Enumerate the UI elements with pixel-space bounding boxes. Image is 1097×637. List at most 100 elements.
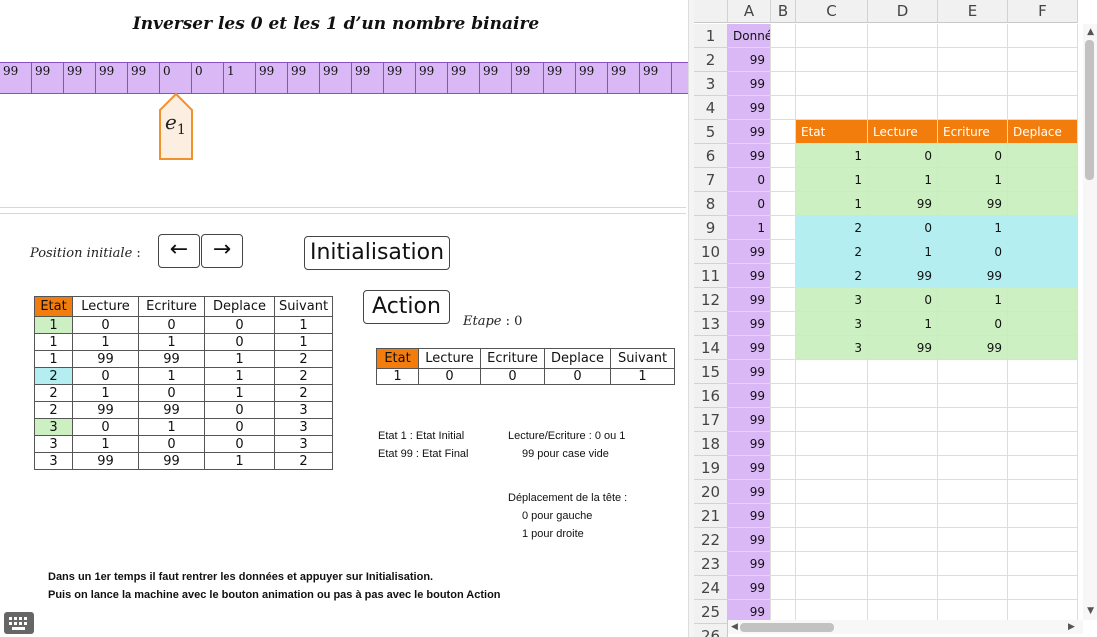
sheet-cell[interactable]: 0 xyxy=(868,144,938,168)
sheet-cell[interactable]: 0 xyxy=(728,192,771,216)
sheet-cell[interactable] xyxy=(771,408,796,432)
action-button[interactable]: Action xyxy=(363,290,450,324)
sheet-cell[interactable] xyxy=(1008,216,1078,240)
sheet-cell[interactable] xyxy=(771,480,796,504)
sheet-cell[interactable]: 99 xyxy=(938,336,1008,360)
sheet-cell[interactable] xyxy=(796,72,868,96)
tape-cell[interactable]: 99 xyxy=(256,62,288,94)
sheet-cell[interactable]: 99 xyxy=(728,480,771,504)
tape-cell[interactable]: 99 xyxy=(640,62,672,94)
initialisation-button[interactable]: Initialisation xyxy=(304,236,450,270)
sheet-cell[interactable] xyxy=(868,480,938,504)
tape-cell[interactable]: 1 xyxy=(224,62,256,94)
sheet-cell[interactable]: 1 xyxy=(796,144,868,168)
sheet-cell[interactable] xyxy=(938,552,1008,576)
sheet-cell[interactable] xyxy=(796,408,868,432)
sheet-cell[interactable]: Données xyxy=(728,24,771,48)
sheet-cell[interactable] xyxy=(868,72,938,96)
row-header[interactable]: 21 xyxy=(694,504,728,528)
scroll-left-arrow-icon[interactable]: ◀ xyxy=(731,622,738,632)
sheet-cell[interactable]: 0 xyxy=(868,216,938,240)
tape-cell[interactable]: 99 xyxy=(128,62,160,94)
sheet-cell[interactable] xyxy=(796,24,868,48)
sheet-cell[interactable] xyxy=(771,528,796,552)
tape-cell[interactable]: 99 xyxy=(384,62,416,94)
sheet-cell[interactable]: 1 xyxy=(796,168,868,192)
sheet-cell[interactable] xyxy=(938,504,1008,528)
sheet-cell[interactable] xyxy=(1008,336,1078,360)
sheet-cell[interactable] xyxy=(868,48,938,72)
sheet-cell[interactable] xyxy=(1008,360,1078,384)
tape-cell[interactable]: 99 xyxy=(288,62,320,94)
sheet-cell[interactable]: 1 xyxy=(728,216,771,240)
sheet-cell[interactable]: 99 xyxy=(728,528,771,552)
row-header[interactable]: 12 xyxy=(694,288,728,312)
sheet-cell[interactable] xyxy=(1008,480,1078,504)
tape-cell[interactable]: 99 xyxy=(64,62,96,94)
sheet-cell[interactable]: 1 xyxy=(868,240,938,264)
sheet-cell[interactable] xyxy=(868,96,938,120)
tape-cell[interactable]: 99 xyxy=(608,62,640,94)
sheet-cell[interactable]: 0 xyxy=(938,240,1008,264)
sheet-cell[interactable] xyxy=(771,192,796,216)
sheet-cell[interactable] xyxy=(771,288,796,312)
tape-cell[interactable]: 99 xyxy=(0,62,32,94)
column-header-a[interactable]: A xyxy=(728,0,771,23)
sheet-cell[interactable]: 3 xyxy=(796,312,868,336)
sheet-cell[interactable] xyxy=(868,576,938,600)
sheet-cell[interactable] xyxy=(796,552,868,576)
sheet-cell[interactable]: 99 xyxy=(728,432,771,456)
column-header-c[interactable]: C xyxy=(796,0,868,23)
row-header[interactable]: 15 xyxy=(694,360,728,384)
row-header[interactable]: 24 xyxy=(694,576,728,600)
sheet-cell[interactable]: 1 xyxy=(868,312,938,336)
row-header[interactable]: 10 xyxy=(694,240,728,264)
tape-cell[interactable]: 99 xyxy=(544,62,576,94)
sheet-cell[interactable]: 99 xyxy=(728,408,771,432)
tape-cell[interactable]: 99 xyxy=(320,62,352,94)
row-header[interactable]: 1 xyxy=(694,24,728,48)
sheet-cell[interactable] xyxy=(868,24,938,48)
sheet-cell[interactable]: Lecture xyxy=(868,120,938,144)
sheet-cell[interactable] xyxy=(938,432,1008,456)
row-header[interactable]: 2 xyxy=(694,48,728,72)
sheet-cell[interactable] xyxy=(1008,168,1078,192)
sheet-cell[interactable] xyxy=(771,384,796,408)
sheet-cell[interactable]: 99 xyxy=(938,264,1008,288)
row-header[interactable]: 23 xyxy=(694,552,728,576)
sheet-cell[interactable] xyxy=(868,552,938,576)
sheet-cell[interactable] xyxy=(1008,528,1078,552)
sheet-cell[interactable] xyxy=(868,384,938,408)
sheet-cell[interactable] xyxy=(938,408,1008,432)
row-header[interactable]: 4 xyxy=(694,96,728,120)
scroll-up-arrow-icon[interactable]: ▲ xyxy=(1087,27,1094,37)
sheet-cell[interactable] xyxy=(938,96,1008,120)
sheet-cell[interactable] xyxy=(938,72,1008,96)
sheet-cell[interactable] xyxy=(1008,576,1078,600)
sheet-cell[interactable] xyxy=(1008,96,1078,120)
sheet-cell[interactable] xyxy=(771,552,796,576)
row-header[interactable]: 6 xyxy=(694,144,728,168)
tape-cell[interactable]: 99 xyxy=(448,62,480,94)
sheet-cell[interactable]: 1 xyxy=(868,168,938,192)
sheet-cell[interactable]: 99 xyxy=(728,552,771,576)
sheet-cell[interactable]: Ecriture xyxy=(938,120,1008,144)
sheet-cell[interactable] xyxy=(938,528,1008,552)
sheet-cell[interactable]: 0 xyxy=(938,144,1008,168)
sheet-cell[interactable]: 3 xyxy=(796,288,868,312)
row-header[interactable]: 9 xyxy=(694,216,728,240)
row-header[interactable]: 14 xyxy=(694,336,728,360)
sheet-cell[interactable]: 1 xyxy=(938,288,1008,312)
scroll-right-arrow-icon[interactable]: ▶ xyxy=(1068,622,1075,632)
sheet-cell[interactable]: 99 xyxy=(868,192,938,216)
sheet-cell[interactable] xyxy=(938,456,1008,480)
sheet-cell[interactable] xyxy=(1008,192,1078,216)
sheet-cell[interactable] xyxy=(1008,24,1078,48)
sheet-cell[interactable] xyxy=(868,528,938,552)
sheet-cell[interactable] xyxy=(938,48,1008,72)
sheet-cell[interactable] xyxy=(796,576,868,600)
sheet-cell[interactable]: 2 xyxy=(796,216,868,240)
sheet-cell[interactable]: 99 xyxy=(868,336,938,360)
sheet-cell[interactable] xyxy=(1008,288,1078,312)
row-header[interactable]: 17 xyxy=(694,408,728,432)
